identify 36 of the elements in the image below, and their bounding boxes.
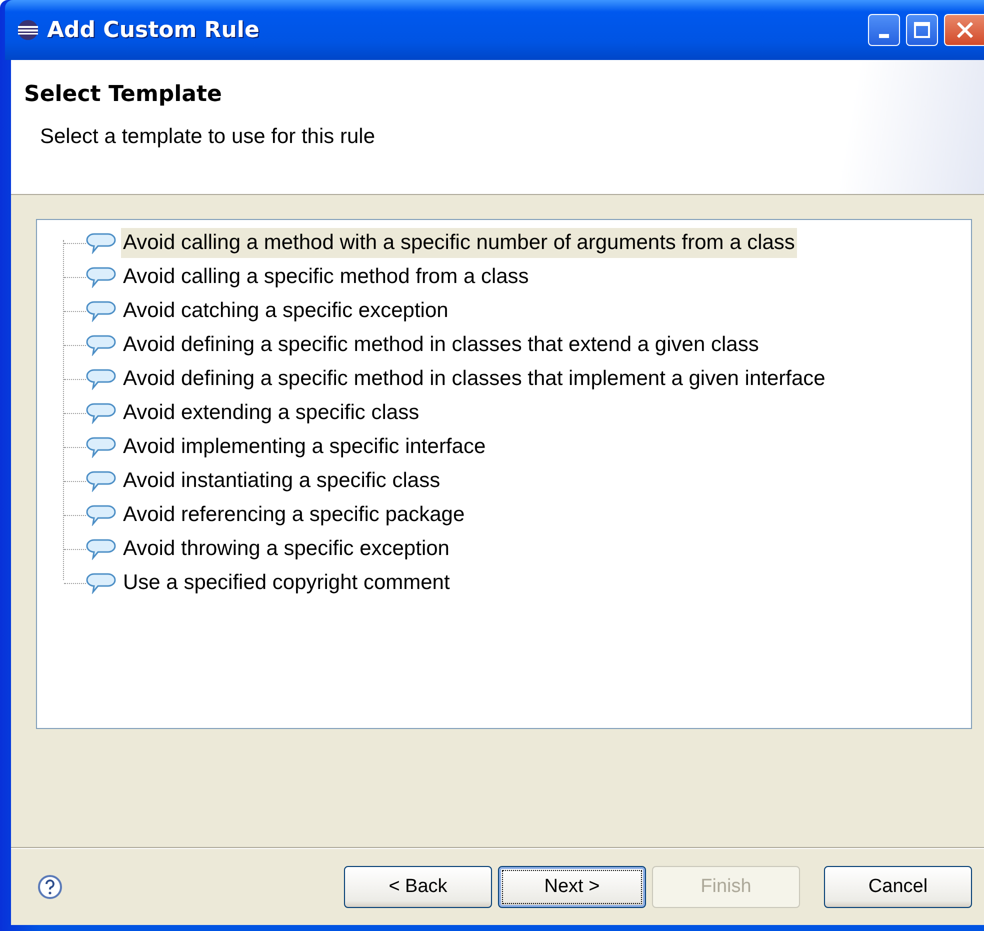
minimize-icon	[879, 34, 889, 38]
maximize-icon	[913, 21, 931, 39]
close-icon	[954, 20, 974, 40]
back-button[interactable]: < Back	[344, 866, 492, 908]
template-item[interactable]: Avoid catching a specific exception	[121, 296, 450, 326]
speech-bubble-icon	[86, 402, 116, 424]
template-item[interactable]: Avoid calling a specific method from a class	[121, 262, 531, 292]
cancel-button[interactable]: Cancel	[824, 866, 972, 908]
speech-bubble-icon	[86, 266, 116, 288]
speech-bubble-icon	[86, 300, 116, 322]
speech-bubble-icon	[86, 436, 116, 458]
close-button[interactable]	[944, 14, 984, 46]
template-item[interactable]: Avoid defining a specific method in classes that implement a given interface	[121, 364, 828, 394]
page-description: Select a template to use for this rule	[40, 125, 376, 149]
speech-bubble-icon	[86, 538, 116, 560]
speech-bubble-icon	[86, 572, 116, 594]
template-item[interactable]: Avoid extending a specific class	[121, 398, 422, 428]
maximize-button[interactable]	[906, 14, 938, 46]
speech-bubble-icon	[86, 334, 116, 356]
template-item[interactable]: Avoid implementing a specific interface	[121, 432, 488, 462]
next-button[interactable]: Next >	[498, 866, 646, 908]
template-item[interactable]: Avoid referencing a specific package	[121, 500, 467, 530]
app-icon	[17, 19, 39, 41]
template-item[interactable]: Avoid instantiating a specific class	[121, 466, 442, 496]
help-icon[interactable]	[37, 874, 63, 900]
speech-bubble-icon	[86, 470, 116, 492]
speech-bubble-icon	[86, 368, 116, 390]
template-item[interactable]: Use a specified copyright comment	[121, 568, 452, 598]
template-item[interactable]: Avoid defining a specific method in classes that extend a given class	[121, 330, 761, 360]
page-title: Select Template	[24, 82, 222, 107]
speech-bubble-icon	[86, 232, 116, 254]
template-item[interactable]: Avoid calling a method with a specific number of arguments from a class	[121, 228, 797, 258]
speech-bubble-icon	[86, 504, 116, 526]
window-title: Add Custom Rule	[47, 18, 260, 42]
template-item[interactable]: Avoid throwing a specific exception	[121, 534, 452, 564]
minimize-button[interactable]	[868, 14, 900, 46]
